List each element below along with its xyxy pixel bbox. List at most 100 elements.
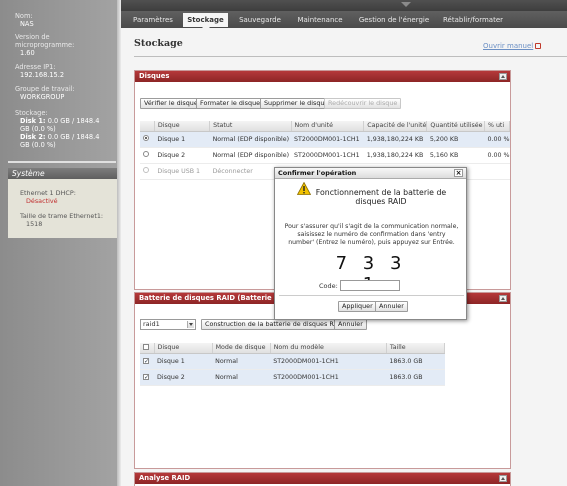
col-select	[140, 121, 155, 132]
col-used[interactable]: Quantité utilisée	[426, 121, 485, 132]
analysis-panel-header: Analyse RAID	[135, 473, 510, 484]
disk2-usage-line2: GB (0.0 %)	[20, 141, 56, 149]
frame-size-label: Taille de trame Ethernet1:	[20, 212, 104, 220]
cell-disk: Disque USB 1	[154, 163, 210, 180]
format-disk-button[interactable]: Formater le disque	[196, 98, 265, 109]
row-check-cell: ✓	[140, 369, 155, 386]
cell-model: ST2000DM001-1CH1	[270, 369, 387, 386]
nom-label: Nom:	[15, 12, 33, 20]
build-raid-button[interactable]: Construction de la batterie de disques R…	[201, 319, 349, 330]
cell-disk: Disque 2	[154, 147, 210, 164]
title-divider	[134, 56, 567, 57]
dialog-message-line1: Pour s'assurer qu'il s'agit de la commun…	[284, 223, 459, 230]
system-panel-title[interactable]: Système	[8, 168, 119, 179]
tab-sauvegarde[interactable]: Sauvegarde	[235, 13, 285, 27]
checkbox-checked-icon[interactable]: ✓	[143, 357, 149, 364]
chevron-down-icon	[187, 321, 194, 328]
sidebar-ip: Adresse IP1: 192.168.15.2	[15, 63, 119, 79]
table-header-row: Disque Mode de disque Nom du modèle Tail…	[140, 343, 446, 354]
col-model[interactable]: Nom du modèle	[270, 343, 387, 354]
row-radio-cell	[140, 163, 155, 180]
cell-unit: ST2000DM001-1CH1	[291, 131, 364, 148]
sidebar: Nom: NAS Version de microprogramme: 1.60…	[0, 0, 119, 486]
sidebar-version: Version de microprogramme: 1.60	[15, 33, 119, 57]
cell-pct: 0.00 %	[484, 131, 510, 148]
workgroup-label: Groupe de travail:	[15, 85, 75, 93]
table-row[interactable]: Disque 1 Normal (EDP disponible) ST2000D…	[140, 131, 510, 148]
col-pct[interactable]: % uti	[484, 121, 511, 132]
row-radio-cell	[140, 131, 155, 148]
sidebar-workgroup: Groupe de travail: WORKGROUP	[15, 85, 119, 101]
dialog-message: Pour s'assurer qu'il s'agit de la commun…	[281, 223, 462, 247]
storage-label: Stockage:	[15, 109, 48, 117]
disk1-name: Disk 1:	[20, 117, 46, 125]
tab-retablir-formater[interactable]: Rétablir/formater	[439, 13, 507, 27]
delete-disk-button[interactable]: Supprimer le disque	[260, 98, 333, 109]
cell-mode: Normal	[212, 353, 271, 370]
raid-array-select-value: raid1	[143, 320, 160, 328]
dialog-message-line2: saisissez le numéro de confirmation dans…	[297, 231, 446, 238]
radio-disabled-icon[interactable]	[143, 167, 149, 173]
radio-icon[interactable]	[143, 151, 149, 157]
analysis-panel-title: Analyse RAID	[139, 474, 191, 482]
col-check	[140, 343, 155, 354]
col-capacity[interactable]: Capacité de l'unité	[363, 121, 428, 132]
disk2-usage: 0.0 GB / 1848.4	[47, 133, 100, 141]
table-row[interactable]: ✓ Disque 1 Normal ST2000DM001-1CH1 1863.…	[140, 353, 445, 370]
collapse-icon[interactable]	[499, 73, 507, 80]
apply-button[interactable]: Appliquer	[338, 301, 377, 312]
table-row[interactable]: Disque 2 Normal (EDP disponible) ST2000D…	[140, 147, 510, 164]
col-unit-name[interactable]: Nom d'unité	[291, 121, 365, 132]
table-row[interactable]: ✓ Disque 2 Normal ST2000DM001-1CH1 1863.…	[140, 369, 445, 386]
select-all-checkbox[interactable]	[143, 343, 149, 350]
raid-cancel-button[interactable]: Annuler	[334, 319, 367, 330]
dialog-header-title: Confirmer l'opération	[278, 169, 357, 177]
col-mode[interactable]: Mode de disque	[212, 343, 271, 354]
app-window: Nom: NAS Version de microprogramme: 1.60…	[0, 0, 567, 486]
collapse-icon[interactable]	[499, 475, 507, 482]
cell-status: Normal (EDP disponible)	[209, 131, 292, 148]
checkbox-checked-icon[interactable]: ✓	[143, 373, 149, 380]
code-input[interactable]	[340, 280, 400, 291]
disk1-usage-line1: Disk 1: 0.0 GB / 1848.4	[15, 117, 119, 125]
cell-pct	[484, 163, 510, 180]
disk1-usage: 0.0 GB / 1848.4	[47, 117, 100, 125]
rediscover-disk-button[interactable]: Redécouvrir le disque	[324, 98, 402, 109]
confirm-dialog: Confirmer l'opération × Fonctionnement d…	[274, 167, 467, 320]
collapse-icon[interactable]	[499, 295, 507, 302]
raid-array-select[interactable]: raid1	[140, 319, 196, 330]
row-check-cell: ✓	[140, 353, 155, 370]
close-icon[interactable]: ×	[454, 169, 463, 177]
ip-value: 192.168.15.2	[20, 71, 65, 79]
sidebar-storage: Stockage: Disk 1: 0.0 GB / 1848.4 GB (0.…	[15, 109, 119, 149]
version-label-1: Version de	[15, 33, 50, 41]
tab-stockage[interactable]: Stockage	[183, 13, 228, 31]
ethernet-dhcp-value: Désactivé	[26, 197, 58, 205]
help-manual-label: Ouvrir manuel	[483, 42, 534, 50]
cell-mode: Normal	[212, 369, 271, 386]
nav-top-strip	[121, 0, 567, 11]
radio-selected-icon[interactable]	[143, 135, 149, 141]
col-size[interactable]: Taille	[386, 343, 446, 354]
external-link-icon	[535, 43, 542, 49]
disks-panel-header: Disques	[135, 71, 510, 82]
help-manual-link[interactable]: Ouvrir manuel	[483, 42, 542, 50]
col-status[interactable]: Statut	[209, 121, 292, 132]
system-panel: Système Ethernet 1 DHCP: Désactivé Taill…	[8, 168, 119, 238]
raid-analysis-panel: Analyse RAID	[134, 472, 511, 486]
col-disk[interactable]: Disque	[154, 121, 211, 132]
cell-size: 1863.0 GB	[386, 369, 445, 386]
row-radio-cell	[140, 147, 155, 164]
check-disk-button[interactable]: Vérifier le disque	[140, 98, 202, 109]
dialog-header: Confirmer l'opération ×	[275, 168, 466, 179]
tab-parametres[interactable]: Paramètres	[129, 13, 177, 27]
frame-size-value: 1518	[26, 220, 43, 228]
nav-notch-icon	[401, 2, 411, 7]
dialog-title: Fonctionnement de la batterie de disques…	[311, 188, 451, 206]
col-disk[interactable]: Disque	[154, 343, 213, 354]
cell-used: 5,160 KB	[426, 147, 485, 164]
tab-gestion-energie[interactable]: Gestion de l'énergie	[355, 13, 433, 27]
dialog-cancel-button[interactable]: Annuler	[375, 301, 408, 312]
disk2-usage-line1: Disk 2: 0.0 GB / 1848.4	[15, 133, 119, 141]
tab-maintenance[interactable]: Maintenance	[295, 13, 345, 27]
